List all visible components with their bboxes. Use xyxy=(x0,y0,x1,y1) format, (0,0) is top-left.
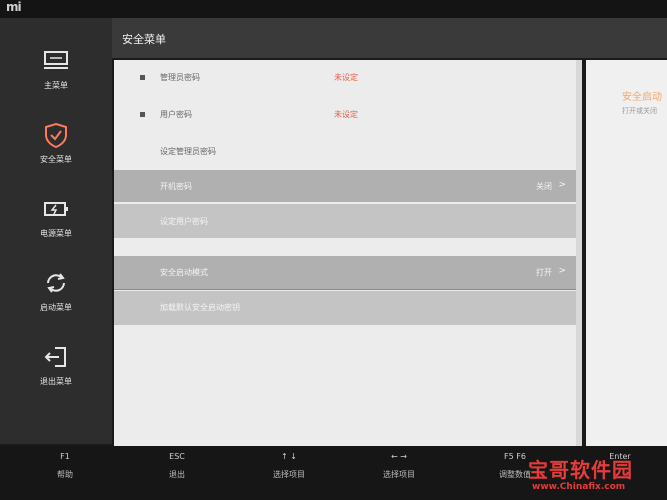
row-label: 设定用户密码 xyxy=(160,217,208,226)
monitor-icon xyxy=(44,51,68,69)
restart-icon xyxy=(47,273,65,293)
footer-key-up-down: ↑ ↓ 选择项目 xyxy=(264,452,314,480)
shield-icon xyxy=(45,122,67,148)
watermark: 宝哥软件园 www.Chinafix.com xyxy=(522,452,662,494)
menu-row-boot-password[interactable]: 开机密码 关闭 > xyxy=(114,170,578,202)
arrow-left-right-icon: ← → xyxy=(391,452,407,461)
key-desc: 选择项目 xyxy=(273,470,305,479)
key-label: F1 xyxy=(60,452,70,461)
row-value: 未设定 xyxy=(334,73,358,82)
sidebar-label: 电源菜单 xyxy=(40,229,72,238)
sidebar-item-boot-menu[interactable]: 启动菜单 xyxy=(0,270,112,334)
bullet-icon xyxy=(140,75,145,80)
row-label: 管理员密码 xyxy=(160,73,200,82)
page-header: 安全菜单 xyxy=(112,18,667,58)
row-label: 开机密码 xyxy=(160,182,192,191)
row-value: 关闭 xyxy=(536,182,552,191)
sidebar-item-security-menu[interactable]: 安全菜单 xyxy=(0,122,112,186)
sidebar-label: 安全菜单 xyxy=(40,155,72,164)
menu-row-set-user-password[interactable]: 设定用户密码 xyxy=(114,204,578,238)
brand-logo: mi xyxy=(6,0,22,14)
row-label: 设定管理员密码 xyxy=(160,147,216,156)
settings-panel: 管理员密码 未设定 用户密码 未设定 设定管理员密码 开机密码 关闭 > 设定用… xyxy=(114,60,578,446)
footer-key-esc: ESC 退出 xyxy=(160,452,194,480)
page-title: 安全菜单 xyxy=(122,33,166,46)
battery-icon xyxy=(44,202,68,216)
sidebar-item-main-menu[interactable]: 主菜单 xyxy=(0,48,112,112)
top-strip: mi xyxy=(0,0,667,20)
row-label: 加载默认安全启动密钥 xyxy=(160,303,240,312)
row-value: 打开 xyxy=(536,268,552,277)
help-panel: 安全启动 打开或关闭 xyxy=(586,60,667,446)
menu-row-load-default-secure-boot-keys[interactable]: 加载默认安全启动密钥 xyxy=(114,291,578,325)
sidebar-label: 主菜单 xyxy=(44,81,68,90)
sidebar: 主菜单 安全菜单 电源菜单 启动菜单 退出菜单 xyxy=(0,18,112,444)
key-desc: 帮助 xyxy=(57,470,73,479)
bullet-icon xyxy=(140,112,145,117)
menu-row-secure-boot-mode[interactable]: 安全启动模式 打开 > xyxy=(114,256,578,290)
menu-row-admin-password[interactable]: 管理员密码 未设定 xyxy=(114,60,578,95)
footer-key-f1: F1 帮助 xyxy=(50,452,80,480)
watermark-url: www.Chinafix.com xyxy=(532,482,626,492)
row-label: 安全启动模式 xyxy=(160,268,208,277)
sidebar-item-exit-menu[interactable]: 退出菜单 xyxy=(0,344,112,408)
help-title: 安全启动 xyxy=(622,92,662,103)
row-value: 未设定 xyxy=(334,110,358,119)
arrow-up-down-icon: ↑ ↓ xyxy=(281,452,297,461)
chevron-right-icon: > xyxy=(558,180,566,190)
key-label: ESC xyxy=(169,452,185,461)
menu-row-set-admin-password[interactable]: 设定管理员密码 xyxy=(114,134,578,168)
key-desc: 退出 xyxy=(169,470,185,479)
footer-key-left-right: ← → 选择项目 xyxy=(374,452,424,480)
row-label: 用户密码 xyxy=(160,110,192,119)
sidebar-label: 启动菜单 xyxy=(40,303,72,312)
exit-icon xyxy=(44,347,66,367)
watermark-text: 宝哥软件园 xyxy=(528,458,633,482)
sidebar-label: 退出菜单 xyxy=(40,377,72,386)
scrollbar[interactable] xyxy=(576,60,582,446)
key-desc: 选择项目 xyxy=(383,470,415,479)
chevron-right-icon: > xyxy=(558,266,566,276)
help-subtitle: 打开或关闭 xyxy=(622,107,657,115)
menu-row-user-password[interactable]: 用户密码 未设定 xyxy=(114,97,578,132)
sidebar-item-power-menu[interactable]: 电源菜单 xyxy=(0,196,112,260)
